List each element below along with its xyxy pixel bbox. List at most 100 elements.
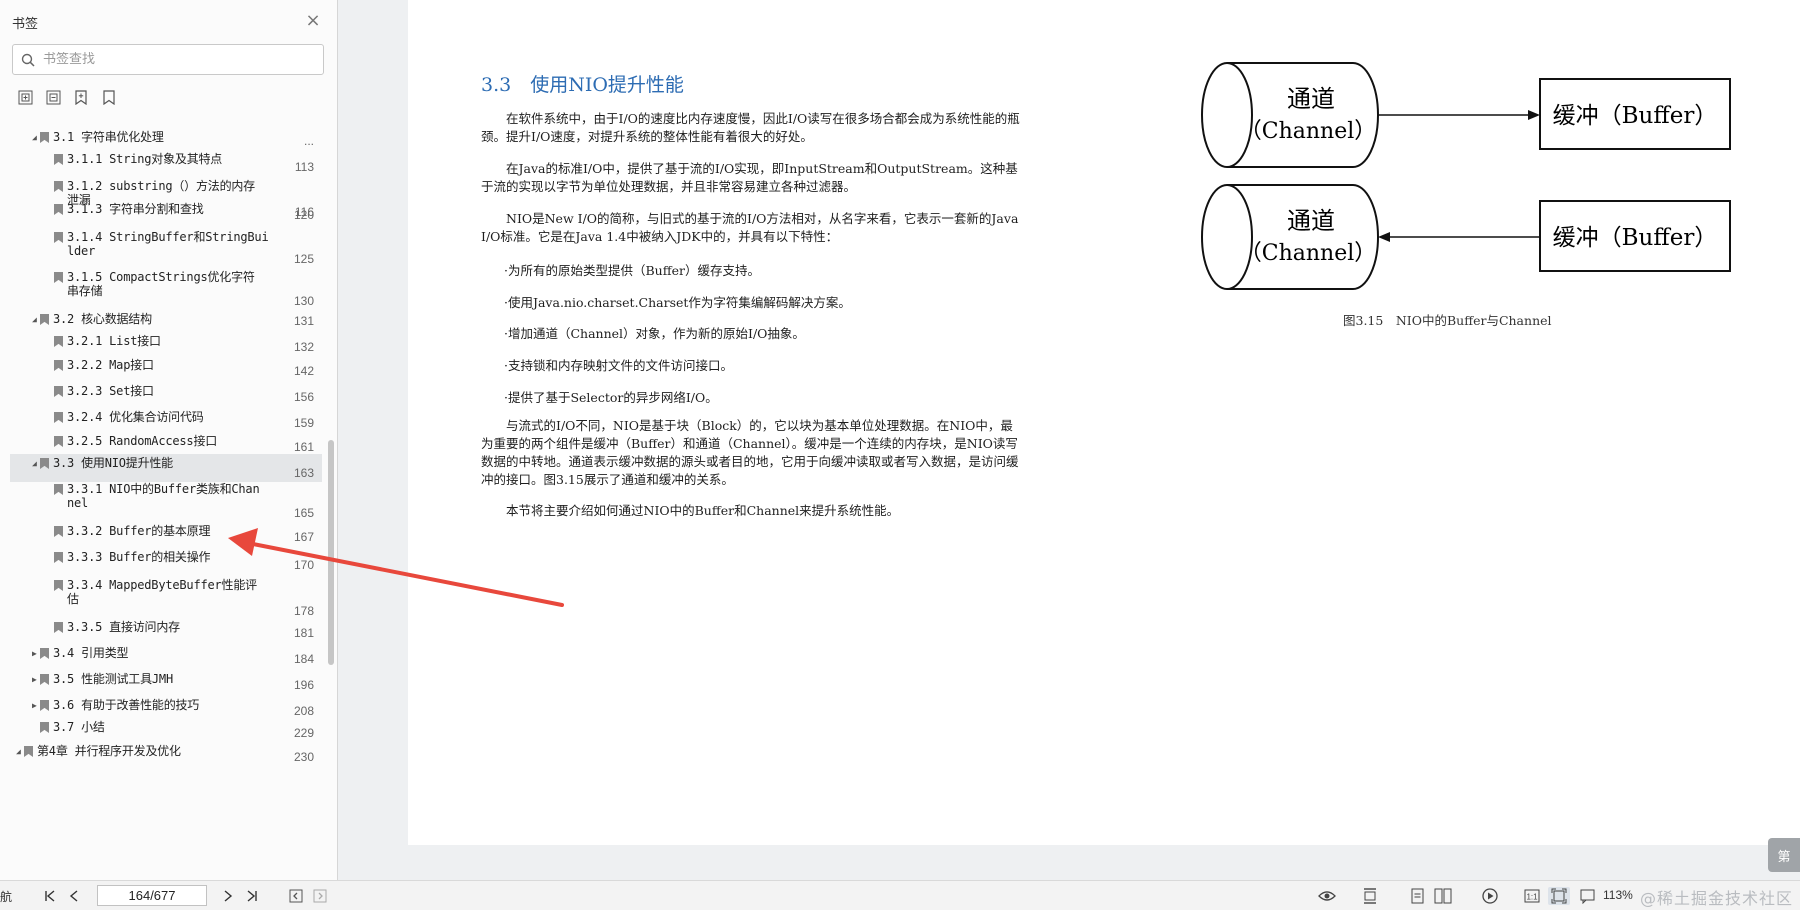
add-bookmark-icon[interactable] [72,88,90,106]
collapse-all-icon[interactable] [44,88,62,106]
bookmark-subsection[interactable]: 3.1.5 CompactStrings优化字符 串存储 130 [10,268,322,310]
close-icon[interactable]: × [303,10,323,31]
bookmark-label: 3.6 有助于改善性能的技巧 [53,698,200,712]
channel-label: 通道 [1287,207,1335,235]
bookmark-icon [24,746,33,757]
bookmark-page-number: 130 [293,294,314,308]
bookmark-subsection[interactable]: 3.3.5 直接访问内存 181 [10,618,322,642]
single-page-icon[interactable] [1408,887,1426,905]
bookmark-subsection[interactable]: 3.3.1 NIO中的Buffer类族和Chan nel 165 [10,480,322,522]
bookmark-subsection[interactable]: 3.2.1 List接口 132 [10,332,322,356]
bookmark-subsection[interactable]: 3.1.4 StringBuffer和StringBui lder 125 [10,228,322,268]
bookmark-label: 3.3.1 NIO中的Buffer类族和Chan nel [67,482,260,510]
bullet-item: ·使用Java.nio.charset.Charset作为字符集编解码解决方案。 [504,295,851,310]
bookmark-subsection[interactable]: 3.3.2 Buffer的基本原理 167 [10,522,322,546]
bookmark-icon [40,722,49,733]
bookmark-label: 3.3.5 直接访问内存 [67,620,180,634]
bookmark-icon [54,181,63,192]
bookmark-icon [54,484,63,495]
pdf-page: 3.3 使用NIO提升性能 在软件系统中，由于I/O的速度比内存速度慢，因此I/… [408,0,1800,845]
bookmark-section[interactable]: ◢ 3.3 使用NIO提升性能 163 [10,454,322,482]
back-icon[interactable] [288,887,304,905]
bullet-item: ·为所有的原始类型提供（Buffer）缓存支持。 [504,263,760,278]
section-heading: 3.3 使用NIO提升性能 [481,74,684,96]
bookmark-label: 3.1.3 字符串分割和查找 [67,202,204,216]
bookmark-label: 3.2.5 RandomAccess接口 [67,434,218,448]
navigation-label: 航 [0,890,13,904]
bookmark-section[interactable]: ◢ 3.2 核心数据结构 131 [10,310,322,330]
arrowhead [1528,110,1540,120]
bookmark-section[interactable]: ▶ 3.6 有助于改善性能的技巧 208 [10,696,322,720]
bookmark-page-number: 131 [293,314,314,328]
eye-icon[interactable] [1316,887,1338,905]
bookmark-icon [54,272,63,283]
bookmark-section[interactable]: ▶ 3.4 引用类型 184 [10,644,322,668]
bookmark-icon[interactable] [100,88,118,106]
bookmark-page-number: 184 [293,652,314,666]
bookmark-subsection[interactable]: 3.2.2 Map接口 142 [10,356,322,380]
fit-width-icon[interactable] [1360,887,1380,905]
bookmark-chapter[interactable]: ◢ 第4章 并行程序开发及优化 230 [10,742,322,766]
two-page-icon[interactable] [1432,887,1454,905]
bookmark-label: 3.2.1 List接口 [67,334,161,348]
bookmark-icon [54,386,63,397]
bookmark-search-box[interactable] [12,44,324,75]
last-page-icon[interactable] [244,887,260,905]
buffer-label: 缓冲（Buffer） [1553,103,1718,129]
bookmark-page-number: 170 [293,558,314,572]
search-icon [13,53,43,67]
bookmark-label: 3.1.5 CompactStrings优化字符 串存储 [67,270,255,298]
channel-label: 通道 [1287,85,1335,113]
bullet-item: ·支持锁和内存映射文件的文件访问接口。 [504,358,733,373]
bookmark-label: 3.4 引用类型 [53,646,129,660]
bookmark-panel: 书签 × ◢3.1 字符串优化处理... 3.1.1 String对象及其特点 11… [0,0,338,880]
forward-icon[interactable] [312,887,328,905]
bookmark-label: 3.3.4 MappedByteBuffer性能评 估 [67,578,257,606]
bookmark-icon [54,412,63,423]
page-number-input[interactable] [97,885,207,906]
bookmark-section[interactable]: ▶ 3.5 性能测试工具JMH 196 [10,670,322,694]
bookmark-label: 3.3.2 Buffer的基本原理 [67,524,211,538]
page-side-tab[interactable]: 第 [1768,838,1800,872]
bookmark-section[interactable]: 3.7 小结 229 [10,718,322,742]
bookmark-page-number: 156 [293,390,314,404]
bookmark-icon [54,580,63,591]
fit-page-icon[interactable] [1548,887,1570,905]
sidebar-scrollbar[interactable] [328,440,334,665]
play-icon[interactable] [1480,887,1500,905]
first-page-icon[interactable] [42,887,58,905]
channel-label-en: （Channel） [1240,241,1377,266]
bookmark-subsection[interactable]: 3.1.1 String对象及其特点 113 [10,150,322,176]
bookmark-view-icon[interactable] [1578,887,1596,905]
bookmark-icon [54,360,63,371]
bookmark-page-number: 165 [293,506,314,520]
bookmark-icon [40,314,49,325]
next-page-icon[interactable] [220,887,236,905]
document-viewport[interactable]: 3.3 使用NIO提升性能 在软件系统中，由于I/O的速度比内存速度慢，因此I/… [339,0,1800,880]
prev-page-icon[interactable] [66,887,82,905]
bookmark-label: 3.2.3 Set接口 [67,384,154,398]
bookmark-toolbar [16,88,118,106]
bookmark-label: 3.1.4 StringBuffer和StringBui lder [67,230,269,258]
paragraph: NIO是New I/O的简称，与旧式的基于流的I/O方法相对，从名字来看，它表示… [481,211,1019,244]
bookmark-icon [54,232,63,243]
bookmark-subsection[interactable]: 3.3.3 Buffer的相关操作 170 [10,548,322,574]
actual-size-icon[interactable]: 1:1 [1522,887,1542,905]
bookmark-subsection[interactable]: 3.2.4 优化集合访问代码 159 [10,408,322,432]
status-bar: 航 1:1 113% @稀土掘金技术社区 [0,880,1800,910]
paragraph: 本节将主要介绍如何通过NIO中的Buffer和Channel来提升系统性能。 [506,503,900,518]
bookmark-subsection[interactable]: 3.2.5 RandomAccess接口 161 [10,432,322,456]
bookmark-search-input[interactable] [43,52,313,67]
bookmark-label: 3.7 小结 [53,720,105,734]
bookmark-subsection[interactable]: 3.1.3 字符串分割和查找 120 [10,200,322,224]
bookmark-page-number: 181 [293,626,314,640]
zoom-level[interactable]: 113% [1603,888,1633,902]
bookmark-icon [54,204,63,215]
bullet-item: ·提供了基于Selector的异步网络I/O。 [504,390,718,405]
paragraph: 与流式的I/O不同，NIO是基于块（Block）的，它以块为基本单位处理数据。在… [481,418,1019,487]
expand-all-icon[interactable] [16,88,34,106]
bookmark-subsection[interactable]: 3.2.3 Set接口 156 [10,382,322,406]
bookmark-subsection[interactable]: 3.3.4 MappedByteBuffer性能评 估 178 [10,576,322,620]
bookmark-section[interactable]: ◢ 3.1 字符串优化处理... [10,128,322,150]
bookmark-page-number: 125 [293,252,314,266]
